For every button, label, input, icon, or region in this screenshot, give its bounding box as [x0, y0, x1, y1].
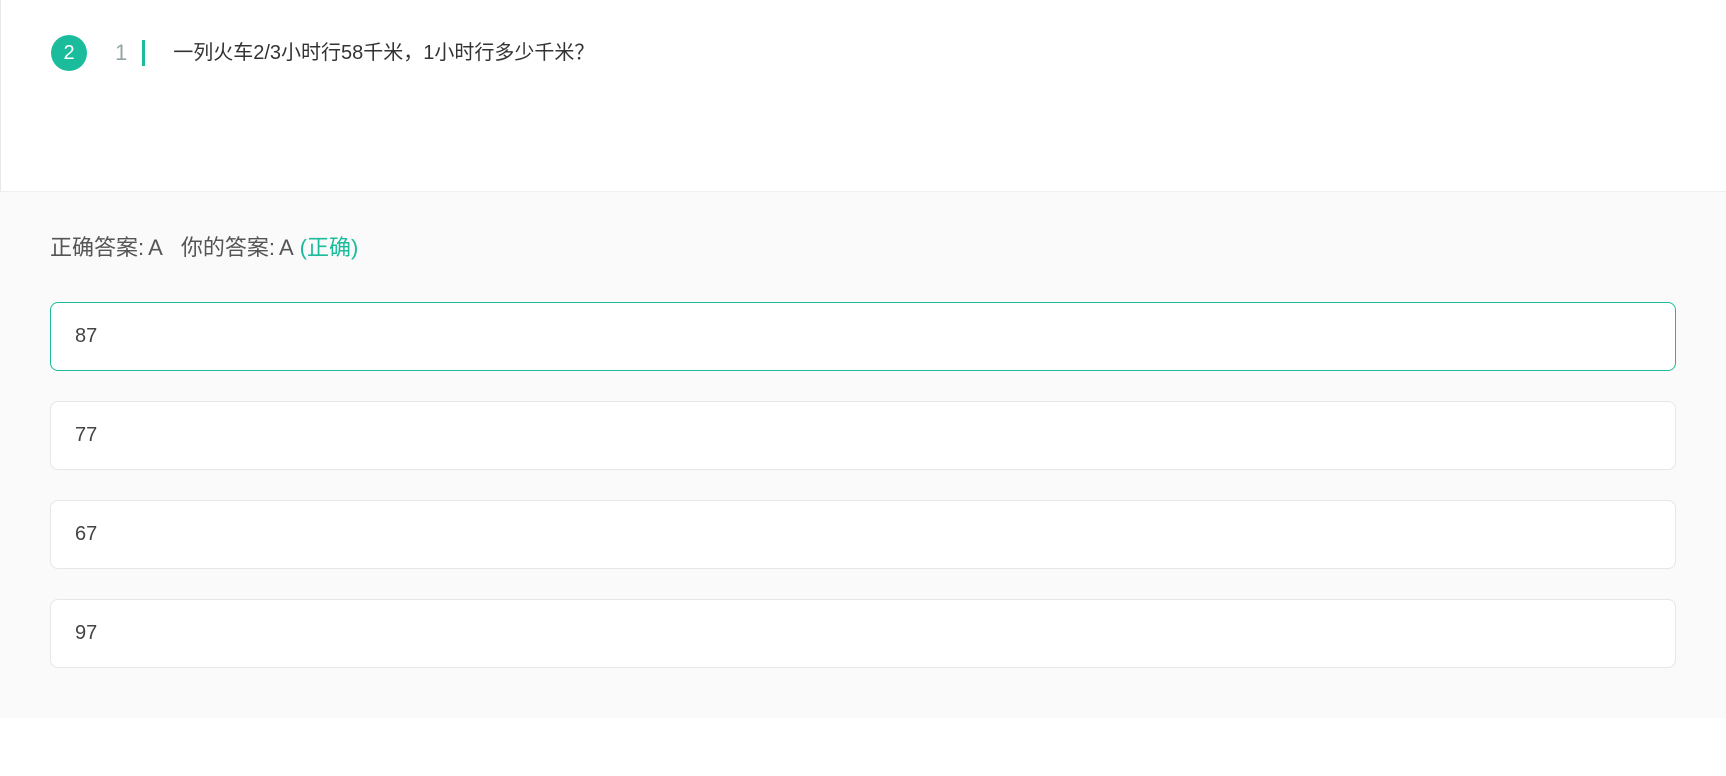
inner-number-wrap: 1 — [115, 40, 145, 66]
option-b[interactable]: 77 — [50, 401, 1676, 470]
option-d[interactable]: 97 — [50, 599, 1676, 668]
question-header: 2 1 一列火车2/3小时行58千米，1小时行多少千米？ — [51, 35, 1676, 71]
option-a[interactable]: 87 — [50, 302, 1676, 371]
correct-answer-value: A — [148, 235, 163, 261]
your-answer-value: A — [279, 235, 294, 261]
your-answer-block: 你的答案: A (正确) — [181, 230, 358, 262]
question-number-badge: 2 — [51, 35, 87, 71]
option-text: 87 — [75, 325, 97, 347]
correct-answer-label: 正确答案: — [50, 230, 144, 262]
option-text: 77 — [75, 424, 97, 446]
divider-icon — [142, 40, 145, 66]
your-answer-label: 你的答案: — [181, 230, 275, 262]
inner-question-number: 1 — [115, 40, 127, 66]
result-status-text: (正确) — [300, 230, 359, 262]
question-section: 2 1 一列火车2/3小时行58千米，1小时行多少千米？ — [0, 0, 1726, 191]
option-c[interactable]: 67 — [50, 500, 1676, 569]
option-text: 97 — [75, 622, 97, 644]
answer-section: 正确答案: A 你的答案: A (正确) 87 77 67 97 — [0, 191, 1726, 718]
option-text: 67 — [75, 523, 97, 545]
question-text: 一列火车2/3小时行58千米，1小时行多少千米？ — [173, 39, 594, 67]
answer-status-row: 正确答案: A 你的答案: A (正确) — [50, 230, 1676, 262]
options-list: 87 77 67 97 — [50, 302, 1676, 668]
correct-answer-block: 正确答案: A — [50, 230, 163, 262]
